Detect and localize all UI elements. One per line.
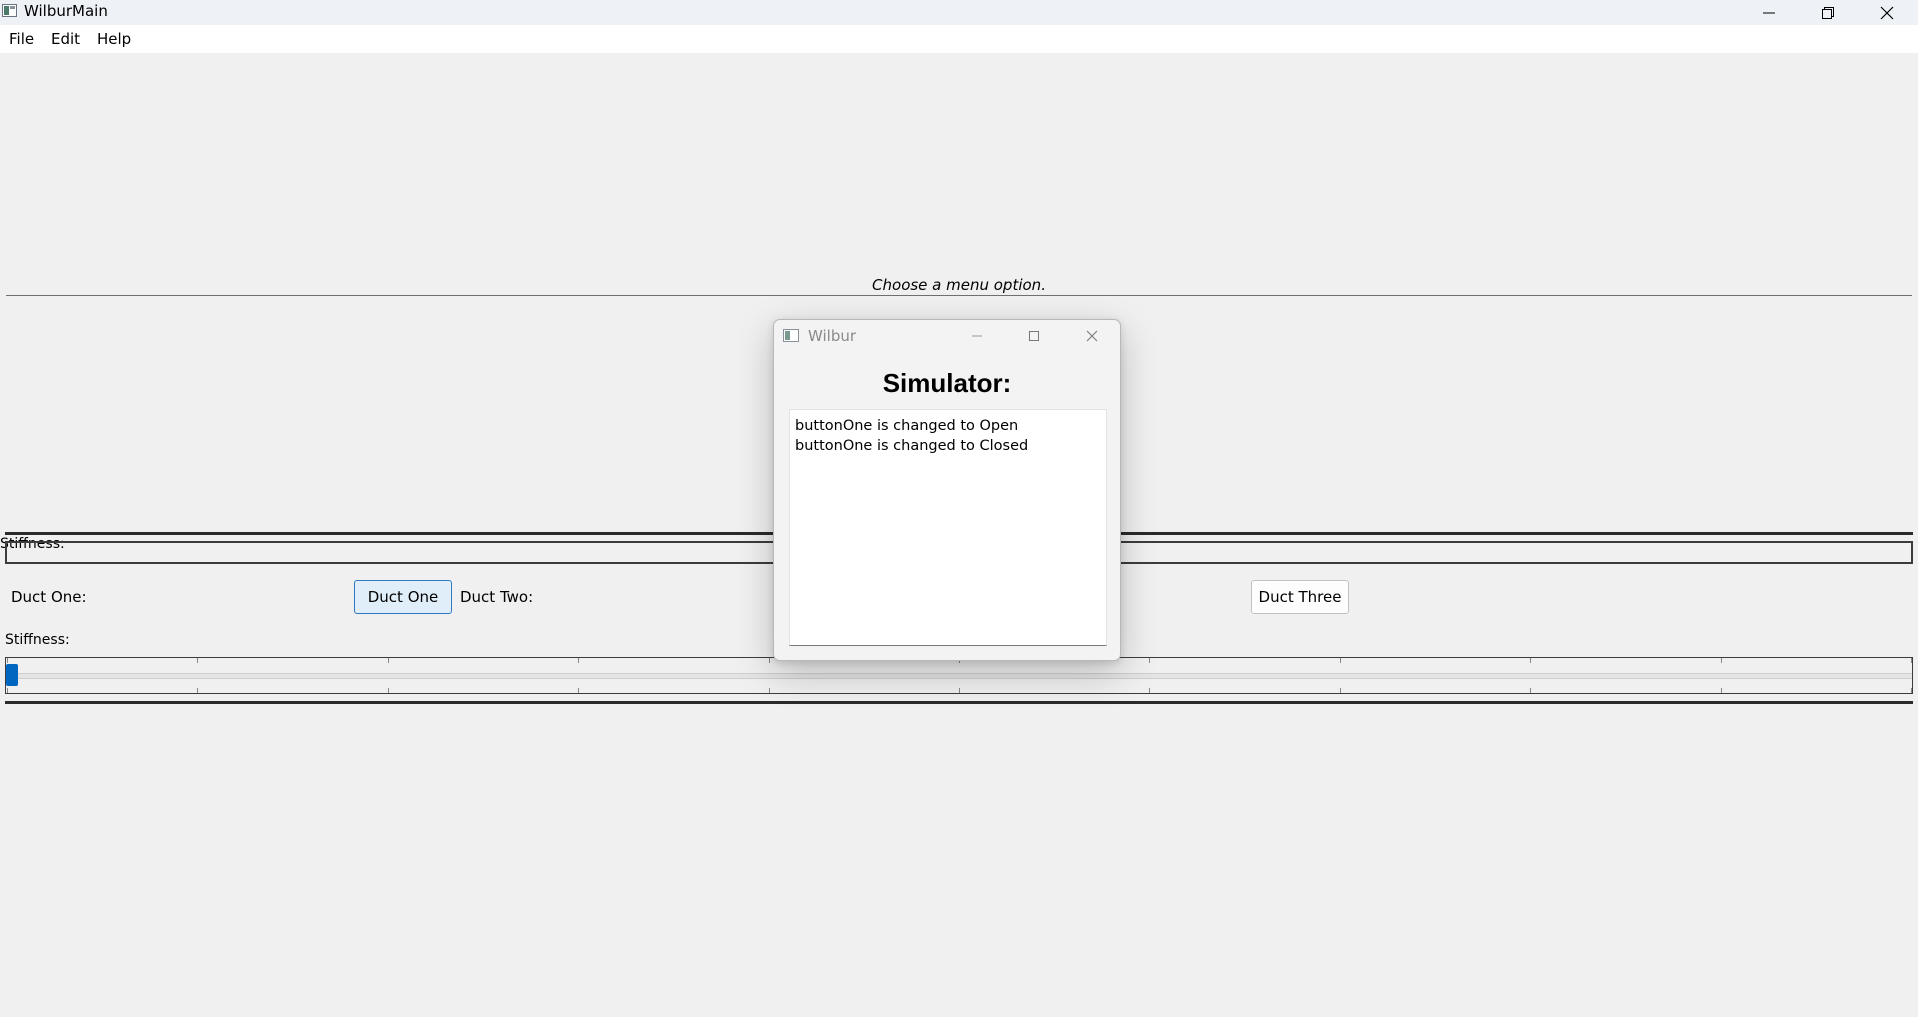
slider-tick [769, 688, 770, 693]
close-button[interactable] [1858, 0, 1916, 25]
restore-button[interactable] [1799, 0, 1857, 25]
dialog-minimize-button[interactable] [949, 320, 1005, 352]
dialog-close-button[interactable] [1064, 320, 1120, 352]
group-bottom-border [5, 701, 1913, 704]
slider-tick [578, 688, 579, 693]
separator-line [6, 295, 1912, 296]
minimize-icon [1763, 12, 1775, 13]
maximize-icon [1029, 331, 1039, 341]
log-line: buttonOne is changed to Closed [795, 438, 1029, 454]
slider-tick [388, 658, 389, 663]
dialog-title: Wilbur [808, 327, 857, 345]
slider-tick [1149, 658, 1150, 663]
slider-tick [1149, 688, 1150, 693]
slider-tick [1911, 658, 1912, 663]
duct-one-button[interactable]: Duct One [354, 580, 452, 614]
slider-tick [1530, 658, 1531, 663]
slider-tick [578, 658, 579, 663]
window-title: WilburMain [24, 2, 108, 20]
menu-help[interactable]: Help [97, 30, 131, 48]
slider-tick [7, 658, 8, 663]
minimize-button[interactable] [1740, 0, 1798, 25]
simulator-heading: Simulator: [882, 368, 1012, 398]
slider-tick [1721, 658, 1722, 663]
slider-tick [959, 688, 960, 693]
dialog-app-icon [783, 329, 799, 342]
duct-two-label: Duct Two: [460, 588, 534, 606]
close-icon [1880, 6, 1894, 19]
slider-tick [197, 658, 198, 663]
restore-icon [1822, 6, 1834, 19]
title-bar: WilburMain [0, 0, 1918, 25]
slider-tick [1340, 688, 1341, 693]
slider-tick [1340, 658, 1341, 663]
slider-tick [197, 688, 198, 693]
slider-tick [1721, 688, 1722, 693]
simulator-log[interactable]: buttonOne is changed to Open buttonOne i… [789, 409, 1107, 646]
slider-tick [7, 688, 8, 693]
menu-bar: File Edit Help [0, 25, 1918, 53]
duct-one-label: Duct One: [11, 588, 87, 606]
menu-file[interactable]: File [9, 30, 34, 48]
duct-three-button[interactable]: Duct Three [1251, 580, 1349, 614]
app-icon [2, 4, 17, 17]
slider-tick [1530, 688, 1531, 693]
status-text: Choose a menu option. [872, 276, 1046, 294]
slider-tick [1911, 688, 1912, 693]
stiffness-slider-track[interactable] [6, 673, 1912, 679]
close-icon [1086, 330, 1098, 342]
minimize-icon [972, 335, 982, 337]
dialog-maximize-button[interactable] [1006, 320, 1062, 352]
slider-tick [769, 658, 770, 663]
slider-tick [388, 688, 389, 693]
stiffness-label-bottom: Stiffness: [5, 632, 70, 648]
log-line: buttonOne is changed to Open [795, 418, 1019, 434]
simulator-dialog: Wilbur Simulator: buttonOne is changed t… [773, 319, 1121, 661]
stiffness-slider-thumb[interactable] [6, 664, 18, 686]
menu-edit[interactable]: Edit [51, 30, 80, 48]
